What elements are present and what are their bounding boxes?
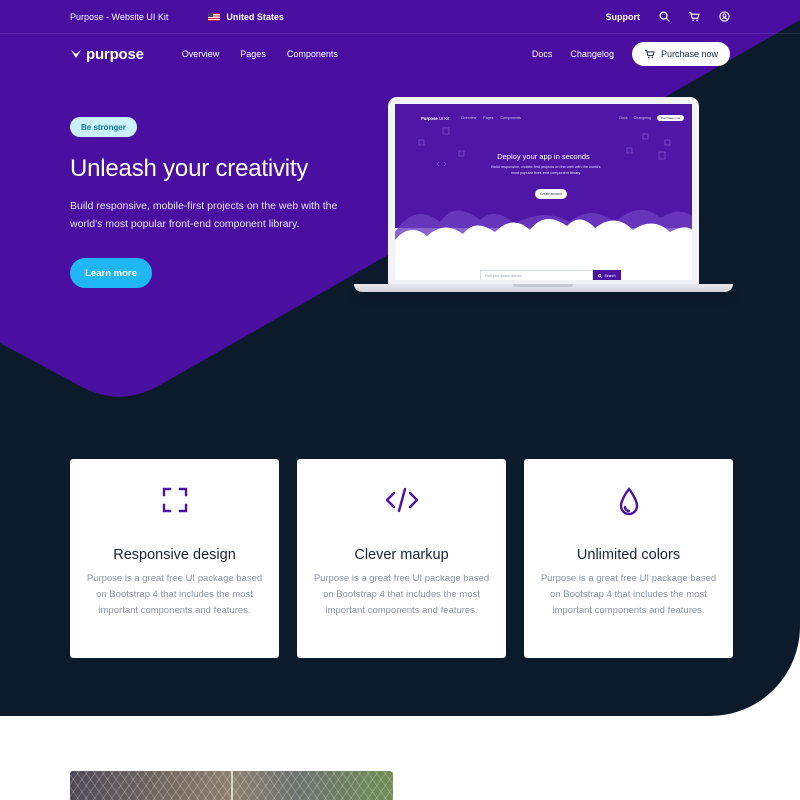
purchase-label: Purchase now (660, 49, 718, 59)
hero-title: Unleash your creativity (70, 155, 309, 182)
nav-link-changelog[interactable]: Changelog (570, 49, 614, 59)
feature-description: Purpose is a great free UI package based… (540, 573, 717, 616)
mockup-cta-button: Create account (535, 189, 567, 199)
laptop-mockup: Purpose UI Kit Overview Pages Components… (388, 97, 699, 287)
expand-icon (70, 487, 279, 519)
main-nav: purpose Overview Pages Components Docs C… (0, 34, 800, 74)
cart-icon[interactable] (688, 11, 700, 23)
section-photo (70, 771, 393, 800)
feature-description: Purpose is a great free UI package based… (313, 573, 490, 616)
flag-us-icon[interactable] (208, 12, 221, 21)
search-icon (598, 274, 603, 278)
laptop-notch (513, 284, 573, 287)
top-bar: Purpose - Website UI Kit United States S… (0, 0, 800, 34)
code-icon (297, 487, 506, 519)
mockup-description: Build responsive, mobile-first projects … (491, 165, 601, 175)
learn-more-button[interactable]: Learn more (70, 258, 152, 288)
laptop-screen: Purpose UI Kit Overview Pages Components… (395, 104, 692, 280)
hero-badge: Be stronger (70, 117, 137, 137)
brand-name: purpose (86, 45, 144, 63)
hero-description: Build responsive, mobile-first projects … (70, 200, 338, 230)
feature-title: Clever markup (354, 547, 449, 563)
feature-title: Responsive design (113, 547, 236, 563)
country-selector[interactable]: United States (226, 12, 284, 22)
mockup-search-button: Search (593, 270, 621, 280)
nav-link-docs[interactable]: Docs (532, 49, 553, 59)
brand-mark-icon (71, 50, 81, 58)
droplet-icon (524, 487, 733, 519)
nav-link-components[interactable]: Components (287, 49, 338, 59)
nav-link-pages[interactable]: Pages (240, 49, 266, 59)
user-circle-icon[interactable] (718, 11, 730, 23)
feature-description: Purpose is a great free UI package based… (86, 573, 263, 616)
mockup-search-input: Find your dream domain (480, 270, 593, 280)
nav-link-overview[interactable]: Overview (182, 49, 220, 59)
support-link[interactable]: Support (606, 12, 641, 22)
cart-icon (644, 49, 655, 59)
feature-title: Unlimited colors (576, 547, 681, 563)
feature-card-markup: Clever markup Purpose is a great free UI… (297, 459, 506, 658)
feature-card-colors: Unlimited colors Purpose is a great free… (524, 459, 733, 658)
feature-card-responsive: Responsive design Purpose is a great fre… (70, 459, 279, 658)
search-icon[interactable] (658, 11, 670, 23)
clouds-illustration (395, 210, 692, 280)
mockup-title: Deploy your app in seconds (497, 152, 590, 161)
brand-logo[interactable]: purpose (70, 46, 144, 63)
kit-name: Purpose - Website UI Kit (70, 11, 169, 22)
purchase-button[interactable]: Purchase now (631, 42, 730, 66)
